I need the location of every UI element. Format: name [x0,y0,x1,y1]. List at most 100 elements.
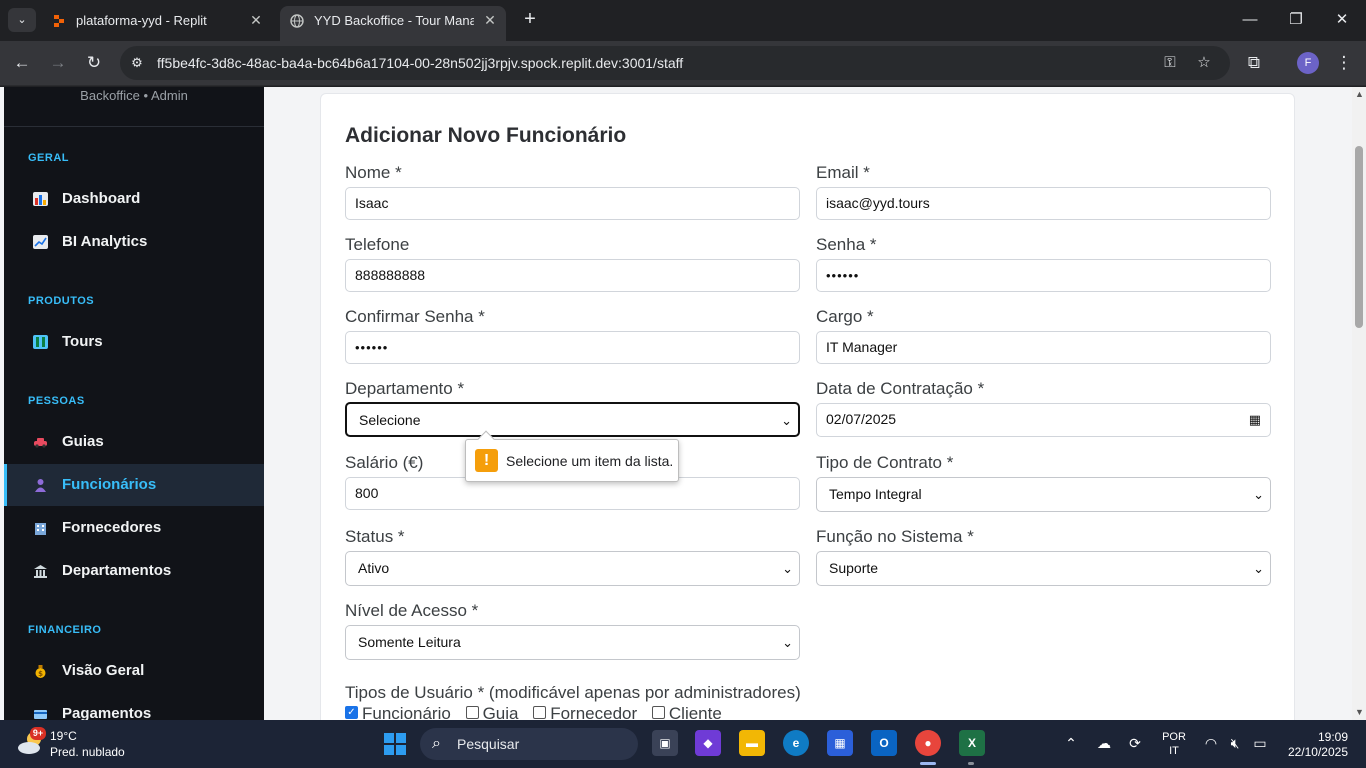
departamento-select[interactable]: Selecione ⌄ [345,402,800,437]
new-tab-button[interactable]: + [518,8,542,32]
funcao-sistema-select[interactable]: Suporte ⌄ [816,551,1271,586]
restore-icon[interactable]: ❐ [1284,8,1308,32]
user-type-funcionario[interactable]: ✓ Funcionário [345,704,451,720]
replit-icon [54,15,64,27]
store-icon[interactable]: ▦ [827,730,853,756]
menu-icon[interactable]: ⋮ [1332,51,1356,75]
weather-badge: 9+ [30,727,46,740]
excel-icon[interactable]: X [959,730,985,756]
line-chart-icon [33,235,48,249]
back-icon[interactable]: ← [10,51,34,75]
checkbox[interactable] [651,706,665,720]
star-icon[interactable]: ☆ [1195,54,1213,72]
wifi-icon[interactable]: ◠ [1201,733,1221,753]
departamento-value: Selecione [359,412,421,428]
input-language[interactable]: POR IT [1162,730,1186,758]
password-key-icon[interactable]: ⚿ [1161,54,1179,72]
speaker-muted-icon[interactable]: 🔇︎ [1225,733,1245,753]
building-icon [33,521,48,535]
nome-input[interactable]: Isaac [345,187,800,220]
task-view-icon[interactable]: ▣ [652,730,678,756]
site-info-icon[interactable]: ⚙ [128,54,146,72]
money-bag-icon: $ [33,664,48,678]
chevron-up-icon[interactable]: ⌃ [1061,733,1081,753]
extensions-icon[interactable]: ⧉ [1242,51,1266,75]
scroll-down-icon[interactable]: ▼ [1355,707,1364,717]
battery-icon[interactable]: ▭ [1250,733,1270,753]
nivel-acesso-select[interactable]: Somente Leitura ⌄ [345,625,800,660]
weather-temperature[interactable]: 19°C [50,729,77,743]
file-explorer-icon[interactable]: ▬ [739,730,765,756]
data-contratacao-value: 02/07/2025 [826,411,897,427]
browser-toolbar: ← → ↻ ⚙ ff5be4fc-3d8c-48ac-ba4a-bc64b6a1… [0,41,1366,86]
staff-form-card: Adicionar Novo Funcionário Nome * Isaac … [320,93,1295,720]
data-contratacao-input[interactable]: 02/07/2025 ▦ [816,403,1271,437]
confirmar-senha-label: Confirmar Senha * [345,307,485,326]
status-select[interactable]: Ativo ⌄ [345,551,800,586]
weather-description[interactable]: Pred. nublado [50,745,125,759]
calendar-icon[interactable]: ▦ [1249,404,1261,435]
lang-line2: IT [1169,745,1179,757]
chrome-icon[interactable]: ● [915,730,941,756]
checkbox[interactable] [533,706,547,720]
sidebar-item-label: BI Analytics [62,233,148,250]
url-text[interactable]: ff5be4fc-3d8c-48ac-ba4a-bc64b6a17104-00-… [157,46,683,80]
form-title: Adicionar Novo Funcionário [345,124,627,147]
tab-title: plataforma-yyd - Replit [76,13,207,28]
chevron-down-icon: ⌄ [1253,487,1264,502]
scroll-up-icon[interactable]: ▲ [1355,89,1364,99]
user-type-guia[interactable]: Guia [465,704,518,720]
page-scrollbar[interactable]: ▲ ▼ [1352,87,1366,720]
clock-date: 22/10/2025 [1287,745,1348,759]
sidebar-item-fornecedores[interactable]: Fornecedores [4,507,264,549]
sidebar-item-label: Guias [62,433,104,450]
profile-avatar[interactable]: F [1297,52,1319,74]
senha-input[interactable]: •••••• [816,259,1271,292]
sidebar-item-dashboard[interactable]: Dashboard [4,178,264,220]
tab-replit[interactable]: plataforma-yyd - Replit ✕ [42,6,272,41]
chevron-down-icon: ⌄ [1253,561,1264,576]
sidebar-subtitle: Backoffice • Admin [4,87,264,127]
funcao-sistema-label: Função no Sistema * [816,527,974,546]
close-window-icon[interactable]: ✕ [1330,8,1354,32]
minimize-icon[interactable]: — [1238,8,1262,32]
clock-time: 19:09 [1317,730,1348,744]
sidebar-item-label: Visão Geral [62,662,145,679]
user-type-cliente[interactable]: Cliente [651,704,722,720]
forward-icon[interactable]: → [46,51,70,75]
cargo-label: Cargo * [816,307,874,326]
confirmar-senha-input[interactable]: •••••• [345,331,800,364]
windows-start-icon[interactable] [384,733,406,755]
telefone-input[interactable]: 888888888 [345,259,800,292]
sidebar-item-guias[interactable]: Guias [4,421,264,463]
chevron-down-icon: ⌄ [782,561,793,576]
email-input[interactable]: isaac@yyd.tours [816,187,1271,220]
search-icon: ⌕ [432,735,441,752]
sidebar-item-tours[interactable]: Tours [4,321,264,363]
sidebar-item-visao-geral[interactable]: $ Visão Geral [4,650,264,692]
taskbar-search[interactable]: ⌕ Pesquisar [420,728,638,760]
user-type-fornecedor[interactable]: Fornecedor [533,704,637,720]
close-icon[interactable]: ✕ [482,6,498,35]
outlook-icon[interactable]: O [871,730,897,756]
cargo-input[interactable]: IT Manager [816,331,1271,364]
sync-icon[interactable]: ⟳ [1125,733,1145,753]
sidebar-item-pagamentos[interactable]: Pagamentos [4,693,264,720]
edge-icon[interactable]: e [783,730,809,756]
sidebar-item-departamentos[interactable]: Departamentos [4,550,264,592]
system-clock[interactable]: 19:09 22/10/2025 [1280,730,1348,760]
onedrive-icon[interactable]: ☁ [1094,733,1114,753]
checkbox[interactable] [465,706,479,720]
checkbox-checked[interactable]: ✓ [345,706,358,720]
sidebar-item-bi-analytics[interactable]: BI Analytics [4,221,264,263]
close-icon[interactable]: ✕ [248,6,264,35]
tab-yyd-backoffice[interactable]: YYD Backoffice - Tour Managem ✕ [280,6,506,41]
tab-search-button[interactable]: ⌄ [8,8,36,32]
address-bar[interactable]: ⚙ ff5be4fc-3d8c-48ac-ba4a-bc64b6a17104-0… [120,46,1230,80]
reload-icon[interactable]: ↻ [82,51,106,75]
tipo-contrato-select[interactable]: Tempo Integral ⌄ [816,477,1271,512]
card-icon [33,707,48,720]
sidebar-item-funcionarios[interactable]: Funcionários [4,464,264,506]
scroll-thumb[interactable] [1355,146,1363,328]
m365-icon[interactable]: ◆ [695,730,721,756]
